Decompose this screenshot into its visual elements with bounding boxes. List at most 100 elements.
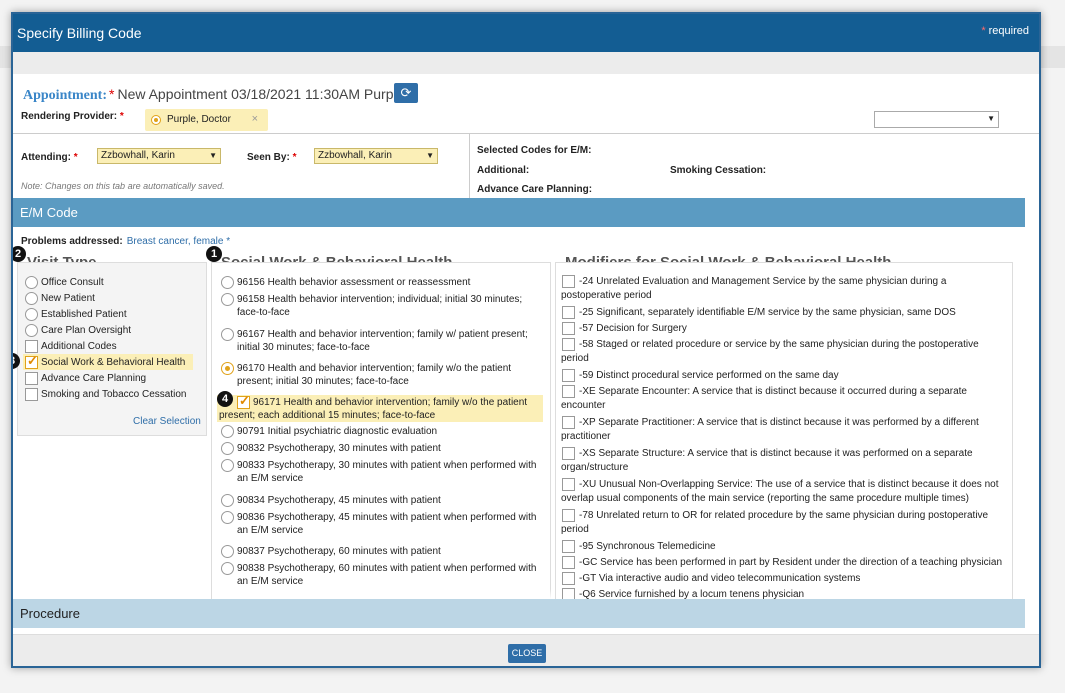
divider	[13, 133, 1039, 134]
modifier-label: -XU Unusual Non-Overlapping Service: The…	[579, 479, 999, 490]
chevron-down-icon: ▼	[987, 114, 995, 123]
modifier-label: -GT Via interactive audio and video tele…	[579, 573, 861, 584]
swbh-option-label-cont: present; initial 30 minutes; face-to-fac…	[237, 376, 409, 387]
swbh-radio[interactable]	[221, 293, 234, 306]
swbh-radio[interactable]	[221, 362, 234, 375]
scroll-fade	[223, 589, 551, 599]
swbh-option-label: 90791 Initial psychiatric diagnostic eva…	[237, 426, 438, 437]
modifier-label-cont: encounter	[561, 400, 606, 411]
selected-codes-additional: Additional:	[477, 165, 530, 176]
visit-type-radio[interactable]	[25, 324, 38, 337]
swbh-option-label-cont: present; each additional 15 minutes; fac…	[219, 410, 436, 421]
modifier-checkbox[interactable]	[562, 447, 575, 460]
modifier-checkbox[interactable]	[562, 306, 575, 319]
appointment-value: New Appointment 03/18/2021 11:30AM Purpl…	[117, 86, 405, 102]
selected-codes-em: Selected Codes for E/M:	[477, 145, 592, 156]
swbh-option-label: 96170 Health and behavior intervention; …	[237, 363, 512, 374]
modifier-label: -24 Unrelated Evaluation and Management …	[579, 276, 947, 287]
modifier-checkbox[interactable]	[562, 540, 575, 553]
remove-provider-icon[interactable]: ×	[252, 113, 258, 125]
autosave-note: Note: Changes on this tab are automatica…	[21, 181, 225, 191]
modifier-checkbox[interactable]	[562, 478, 575, 491]
provider-chip[interactable]: Purple, Doctor ×	[145, 109, 268, 131]
swbh-radio[interactable]	[221, 328, 234, 341]
swbh-option-label: 90836 Psychotherapy, 45 minutes with pat…	[237, 512, 537, 523]
provider-radio-icon	[151, 115, 161, 125]
modifier-label: -XE Separate Encounter: A service that i…	[579, 386, 967, 397]
swbh-option-label: 90833 Psychotherapy, 30 minutes with pat…	[237, 460, 537, 471]
swbh-radio[interactable]	[221, 494, 234, 507]
attending-value: Zzbowhall, Karin	[101, 150, 175, 161]
modifier-checkbox[interactable]	[562, 385, 575, 398]
modifier-checkbox[interactable]	[562, 556, 575, 569]
appointment-row: Appointment: * New Appointment 03/18/2021 …	[23, 86, 405, 103]
modifier-label-cont: period	[561, 353, 589, 364]
swbh-option-label-cont: an E/M service	[237, 473, 304, 484]
modifier-label-cont: period	[561, 524, 589, 535]
swbh-radio[interactable]	[221, 562, 234, 575]
swbh-option-label: 96158 Health behavior intervention; indi…	[237, 294, 523, 305]
swbh-option-label: 90837 Psychotherapy, 60 minutes with pat…	[237, 546, 441, 557]
modifier-label: -XP Separate Practitioner: A service tha…	[579, 417, 979, 428]
modifier-label: -95 Synchronous Telemedicine	[579, 541, 716, 552]
swbh-radio[interactable]	[221, 442, 234, 455]
swbh-checkbox[interactable]	[237, 393, 250, 409]
modifier-checkbox[interactable]	[562, 369, 575, 382]
modifier-label: -GC Service has been performed in part b…	[579, 557, 1003, 568]
clear-selection-link[interactable]: Clear Selection	[133, 416, 201, 427]
visit-type-radio[interactable]	[25, 308, 38, 321]
procedure-header[interactable]: Procedure	[13, 599, 1025, 628]
swbh-option-label: 90832 Psychotherapy, 30 minutes with pat…	[237, 443, 441, 454]
refresh-icon[interactable]: ⟳	[394, 83, 418, 103]
visit-type-radio[interactable]	[25, 276, 38, 289]
visit-type-checkbox[interactable]	[25, 353, 38, 369]
visit-type-checkbox[interactable]	[25, 340, 38, 353]
swbh-option-label: 96167 Health and behavior intervention; …	[237, 329, 528, 340]
swbh-option-label: 90834 Psychotherapy, 45 minutes with pat…	[237, 495, 441, 506]
dialog-title: Specify Billing Code	[17, 25, 142, 41]
swbh-option-label: 90838 Psychotherapy, 60 minutes with pat…	[237, 563, 537, 574]
swbh-radio[interactable]	[221, 511, 234, 524]
close-button[interactable]: CLOSE	[508, 644, 546, 663]
problems-addressed: Problems addressed: Breast cancer, female…	[21, 236, 231, 247]
dialog-titlebar: Specify Billing Code * required	[13, 14, 1039, 52]
provider-select[interactable]: ▼	[874, 111, 999, 128]
visit-type-option-label: Office Consult	[41, 277, 104, 288]
modifier-label-cont: postoperative period	[561, 290, 652, 301]
visit-type-radio[interactable]	[25, 292, 38, 305]
modifier-checkbox[interactable]	[562, 322, 575, 335]
required-note: * required	[981, 25, 1029, 37]
seen-by-select[interactable]: Zzbowhall, Karin ▼	[314, 148, 438, 164]
swbh-radio[interactable]	[221, 545, 234, 558]
modifier-checkbox[interactable]	[562, 572, 575, 585]
visit-type-option-label: Advance Care Planning	[41, 373, 147, 384]
attending-select[interactable]: Zzbowhall, Karin ▼	[97, 148, 221, 164]
modifier-checkbox[interactable]	[562, 338, 575, 351]
dialog-toolbar	[13, 52, 1039, 74]
modifier-checkbox[interactable]	[562, 275, 575, 288]
modifier-checkbox[interactable]	[562, 416, 575, 429]
selected-codes-acp: Advance Care Planning:	[477, 184, 593, 195]
swbh-radio[interactable]	[221, 459, 234, 472]
modifier-checkbox[interactable]	[562, 509, 575, 522]
callout-badge-1: 1	[206, 246, 222, 262]
seen-by-value: Zzbowhall, Karin	[318, 150, 392, 161]
swbh-radio[interactable]	[221, 276, 234, 289]
swbh-radio[interactable]	[221, 425, 234, 438]
appointment-label: Appointment:	[23, 88, 108, 103]
visit-type-checkbox[interactable]	[25, 372, 38, 385]
swbh-option-label: 96156 Health behavior assessment or reas…	[237, 277, 471, 288]
chevron-down-icon: ▼	[209, 151, 217, 160]
modifier-label-cont: practitioner	[561, 431, 611, 442]
modifier-label: -78 Unrelated return to OR for related p…	[579, 510, 989, 521]
em-code-header[interactable]: E/M Code	[13, 198, 1025, 227]
modifier-label-cont: organ/structure	[561, 462, 629, 473]
selected-codes-smoking: Smoking Cessation:	[670, 165, 767, 176]
visit-type-option-label: Care Plan Oversight	[41, 325, 132, 336]
visit-type-checkbox[interactable]	[25, 388, 38, 401]
rendering-provider-label: Rendering Provider: *	[21, 111, 124, 122]
modifier-label: -XS Separate Structure: A service that i…	[579, 448, 973, 459]
swbh-option-label-cont: face-to-face	[237, 307, 290, 318]
swbh-option-label-cont: an E/M service	[237, 576, 304, 587]
visit-type-option-label: Smoking and Tobacco Cessation	[41, 389, 187, 400]
